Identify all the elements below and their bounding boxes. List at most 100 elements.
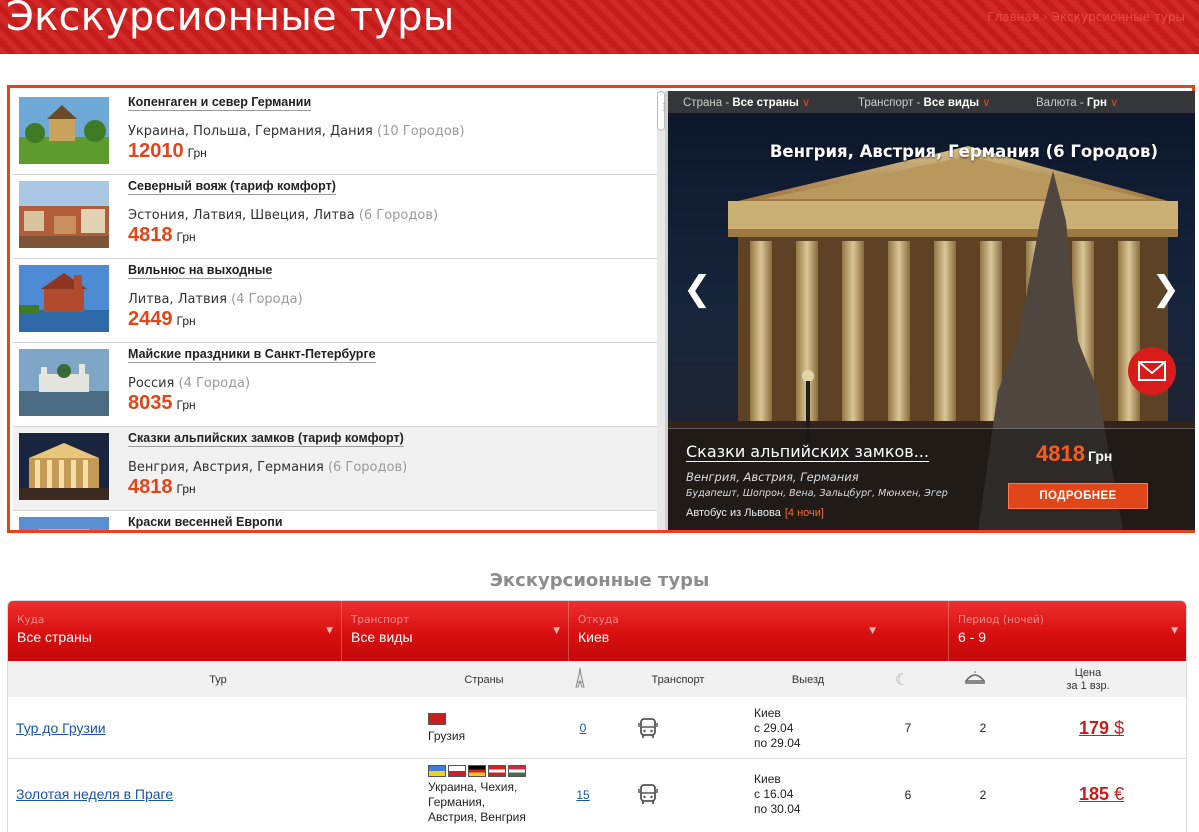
- col-price: Цена за 1 взр.: [1048, 667, 1128, 693]
- tour-price: 12010 Грн: [128, 140, 207, 163]
- tour-thumbnail[interactable]: [19, 265, 109, 332]
- tour-title[interactable]: Вильнюс на выходные: [128, 263, 273, 279]
- filter-label: Транспорт: [351, 614, 410, 626]
- tour-thumbnail[interactable]: [19, 517, 109, 530]
- scrollbar-thumb[interactable]: [657, 91, 669, 131]
- filter-label: Куда: [17, 614, 45, 626]
- price-currency: Грн: [187, 146, 207, 160]
- cities-count: (4 Города): [178, 376, 251, 391]
- filter-period[interactable]: Период (ночей) 6 - 9 ▼: [949, 601, 1186, 661]
- filter-value: 6 - 9: [958, 629, 987, 645]
- envelope-icon[interactable]: [1128, 347, 1176, 395]
- country-line: Украина, Чехия,: [428, 780, 518, 794]
- tour-title[interactable]: Копенгаген и север Германии: [128, 95, 312, 111]
- countries-text: Эстония, Латвия, Швеция, Литва: [128, 208, 355, 223]
- country-line: Австрия, Венгрия: [428, 810, 526, 824]
- sights-count[interactable]: 0: [573, 721, 593, 735]
- tour-thumbnail[interactable]: [19, 349, 109, 416]
- tour-title[interactable]: Краски весенней Европи: [128, 515, 283, 530]
- tour-title[interactable]: Северный вояж (тариф комфорт): [128, 179, 336, 195]
- tour-thumbnail[interactable]: [19, 97, 109, 164]
- departure-info: Киев с 29.04 по 29.04: [754, 706, 801, 751]
- tour-list-item[interactable]: Вильнюс на выходные Литва, Латвия (4 Горо…: [13, 259, 657, 343]
- chevron-down-icon: ∨: [982, 97, 991, 109]
- hero-tour-title[interactable]: Сказки альпийских замков...: [686, 442, 929, 462]
- sights-link[interactable]: 15: [576, 788, 589, 802]
- flag-icon: [428, 713, 446, 725]
- price-currency: Грн: [176, 398, 196, 412]
- flag-icon: [448, 765, 466, 777]
- col-departure: Выезд: [791, 674, 825, 686]
- tour-price: 4818 Грн: [128, 224, 196, 247]
- tour-countries: Литва, Латвия (4 Города): [128, 292, 303, 307]
- sights-count[interactable]: 15: [573, 788, 593, 802]
- tour-countries: Эстония, Латвия, Швеция, Литва (6 Городо…: [128, 208, 438, 223]
- country-names: Грузия: [428, 729, 466, 743]
- tour-list-item[interactable]: Копенгаген и север Германии Украина, Поль…: [13, 91, 657, 175]
- table-header: Тур Страны Транспорт Выезд ☾ Цена за 1 в…: [8, 661, 1186, 697]
- filter-destination[interactable]: Куда Все страны ▼: [8, 601, 342, 661]
- country-flags: [428, 765, 528, 779]
- tour-link[interactable]: Тур до Грузии: [16, 720, 106, 736]
- bus-icon: [638, 718, 658, 738]
- price-currency: Грн: [176, 314, 196, 328]
- chevron-left-icon[interactable]: ❮: [683, 269, 712, 309]
- filter-transport[interactable]: Транспорт - Все виды ∨: [858, 95, 991, 109]
- tour-title[interactable]: Майские праздники в Санкт-Петербурге: [128, 347, 376, 363]
- country-line: Германия,: [428, 795, 486, 809]
- price-link[interactable]: 179 $: [1079, 718, 1124, 739]
- tour-list-item[interactable]: Краски весенней Европи: [13, 511, 657, 530]
- tour-thumbnail[interactable]: [19, 433, 109, 500]
- cities-count: (10 Городов): [377, 124, 465, 139]
- price-value: 4818: [128, 224, 173, 246]
- filter-currency[interactable]: Валюта - Грн ∨: [1036, 95, 1118, 109]
- cities-count: (6 Городов): [327, 460, 408, 475]
- tour-thumbnail[interactable]: [19, 181, 109, 248]
- page-title: Экскурсионные туры: [6, 0, 455, 40]
- tour-link[interactable]: Золотая неделя в Праге: [16, 786, 173, 802]
- more-details-button[interactable]: ПОДРОБНЕЕ: [1008, 483, 1148, 509]
- departure-from: с 16.04: [754, 787, 794, 801]
- hero-countries: Венгрия, Австрия, Германия: [686, 470, 859, 484]
- price-link[interactable]: 185 €: [1079, 784, 1124, 805]
- col-tour: Тур: [209, 674, 227, 686]
- tour-list-item[interactable]: Сказки альпийских замков (тариф комфорт)…: [13, 427, 657, 511]
- hero-price: 4818 Грн: [1036, 441, 1112, 467]
- tour-list-item[interactable]: Майские праздники в Санкт-Петербурге Росс…: [13, 343, 657, 427]
- filter-label: Откуда: [578, 614, 619, 626]
- col-transport: Транспорт: [651, 674, 705, 686]
- hero-cities: Будапешт, Шопрон, Вена, Зальцбург, Мюнхе…: [686, 488, 948, 499]
- tour-countries: Венгрия, Австрия, Германия (6 Городов): [128, 460, 407, 475]
- tour-title[interactable]: Сказки альпийских замков (тариф комфорт): [128, 431, 404, 447]
- price-value: 2449: [128, 308, 173, 330]
- meals-value: 2: [979, 788, 987, 802]
- hero-transport: Автобус из Львова [4 ночи]: [686, 507, 824, 519]
- envelope-shape: [1138, 361, 1166, 381]
- price-value: 4818: [1036, 441, 1085, 466]
- price-value: 179: [1079, 718, 1110, 738]
- table-row: Тур до Грузии Грузия 0 Киев с 29.04 по 2…: [8, 697, 1186, 759]
- departure-to: по 30.04: [754, 802, 801, 816]
- filter-country[interactable]: Страна - Все страны ∨: [683, 95, 810, 109]
- table-row: Золотая неделя в Праге Украина, Чехия, Г…: [8, 759, 1186, 832]
- filter-value: Все страны: [17, 629, 92, 645]
- flag-icon: [468, 765, 486, 777]
- departure-to: по 29.04: [754, 736, 801, 750]
- price-currency: €: [1114, 784, 1125, 804]
- filter-origin[interactable]: Откуда Киев ▼: [569, 601, 949, 661]
- chevron-down-icon: ∨: [801, 97, 811, 109]
- tour-list-scrollbar[interactable]: [657, 91, 669, 530]
- price-value: 4818: [128, 476, 173, 498]
- col-price-line1: Цена: [1074, 667, 1102, 679]
- departure-from: с 29.04: [754, 721, 794, 735]
- tour-list-item[interactable]: Северный вояж (тариф комфорт) Эстония, Ла…: [13, 175, 657, 259]
- tour-slider: Копенгаген и север Германии Украина, Поль…: [7, 85, 1195, 533]
- sights-link[interactable]: 0: [580, 721, 587, 735]
- hero-slide: Страна - Все страны ∨ Транспорт - Все вид…: [668, 91, 1195, 530]
- price-currency: $: [1114, 718, 1125, 738]
- chevron-right-icon[interactable]: ❯: [1152, 269, 1181, 309]
- breadcrumb[interactable]: Главная › Экскурсионные туры: [987, 10, 1185, 24]
- tour-countries: Украина, Польша, Германия, Дания (10 Гор…: [128, 124, 465, 139]
- filter-transport[interactable]: Транспорт Все виды ▼: [342, 601, 569, 661]
- chevron-down-icon: ▼: [326, 626, 333, 636]
